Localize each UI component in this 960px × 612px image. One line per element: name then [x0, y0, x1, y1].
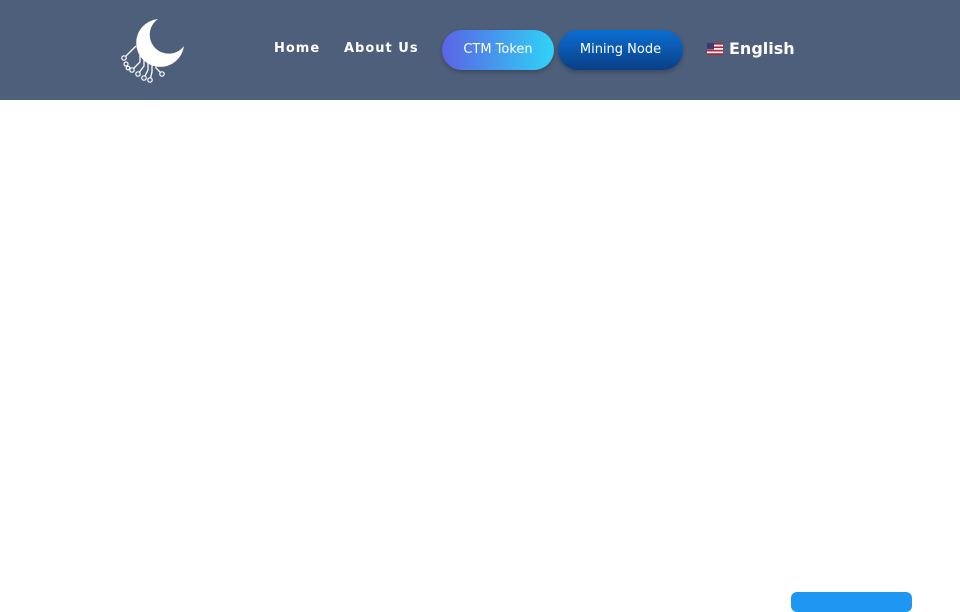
nav-about-link[interactable]: About Us: [344, 40, 419, 58]
moon-circuit-logo-icon[interactable]: [118, 16, 190, 86]
top-navbar: Home About Us CTM Token Mining Node Engl…: [0, 0, 960, 100]
mining-node-button[interactable]: Mining Node: [558, 30, 683, 70]
ctm-token-button[interactable]: CTM Token: [442, 30, 554, 70]
nav-home-link[interactable]: Home: [274, 40, 320, 58]
us-flag-icon: [707, 43, 723, 55]
floating-action-button[interactable]: [791, 592, 912, 612]
language-label: English: [729, 39, 795, 58]
language-selector[interactable]: English: [707, 38, 795, 60]
